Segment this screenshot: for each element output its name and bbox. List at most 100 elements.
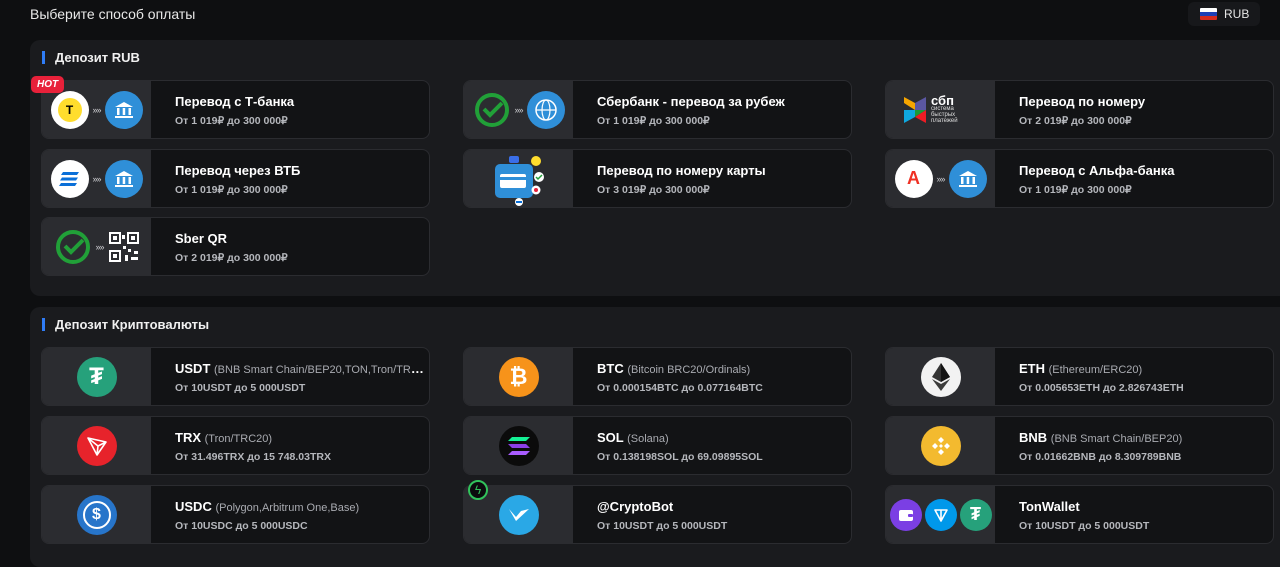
method-network: (Tron/TRC20) — [204, 433, 273, 445]
arrows-icon: ›››› — [95, 241, 105, 252]
usdt-logo-icon: ₮ — [76, 356, 117, 397]
method-card-sber-qr[interactable]: ›››› Sber QR От 2 019₽ до 300 000₽ — [41, 217, 430, 276]
currency-selector[interactable]: RUB — [1188, 2, 1260, 26]
card-thumb: сбп система быстрых платежей — [886, 81, 995, 138]
method-network: (Polygon,Arbitrum One,Base) — [215, 502, 360, 514]
globe-icon — [526, 90, 565, 129]
cryptobot-logo-icon — [498, 494, 539, 535]
wallet-icon — [889, 498, 922, 531]
method-card-tonwallet[interactable]: ₮ TonWallet От 10USDT до 5 000USDT — [885, 485, 1274, 544]
method-name: Перевод через ВТБ — [175, 163, 301, 178]
method-card-usdc[interactable]: $ USDC (Polygon,Arbitrum One,Base) От 10… — [41, 485, 430, 544]
card-thumb — [886, 348, 995, 405]
method-name: @CryptoBot — [597, 499, 674, 514]
method-limit: От 2 019₽ до 300 000₽ — [1019, 115, 1132, 127]
arrows-icon: ›››› — [92, 173, 102, 184]
vtb-logo-icon — [50, 159, 89, 198]
page-title: Выберите способ оплаты — [30, 6, 196, 22]
method-name: Перевод по номеру — [1019, 94, 1146, 109]
lightning-icon: ϟ — [468, 480, 488, 500]
method-network: (Bitcoin BRC20/Ordinals) — [627, 364, 751, 376]
method-card-eth[interactable]: ETH (Ethereum/ERC20) От 0.005653ETH до 2… — [885, 347, 1274, 406]
ton-logo-icon — [924, 498, 957, 531]
method-name: ETH (Ethereum/ERC20) — [1019, 361, 1143, 376]
method-name: Sber QR — [175, 231, 228, 246]
qr-code-icon — [108, 231, 139, 262]
sber-logo-icon — [54, 228, 92, 266]
method-card-btc[interactable]: ₿ BTC (Bitcoin BRC20/Ordinals) От 0.0001… — [463, 347, 852, 406]
method-limit: От 1 019₽ до 300 000₽ — [175, 184, 288, 196]
method-card-usdt[interactable]: ₮ USDT (BNB Smart Chain/BEP20,TON,Tron/T… — [41, 347, 430, 406]
method-limit: От 0.01662BNB до 8.309789BNB — [1019, 451, 1182, 463]
method-limit: От 1 019₽ до 300 000₽ — [597, 115, 710, 127]
method-name: TRX (Tron/TRC20) — [175, 430, 273, 445]
bank-building-icon — [948, 159, 987, 198]
sol-logo-icon — [498, 425, 539, 466]
tbank-logo-icon: Т — [50, 90, 89, 129]
russia-flag-icon — [1200, 8, 1217, 20]
method-limit: От 0.000154BTC до 0.077164BTC — [597, 382, 763, 394]
card-thumb: $ — [42, 486, 151, 543]
method-network: (BNB Smart Chain/BEP20,TON,Tron/TRC20) — [214, 364, 425, 376]
method-card-trx[interactable]: TRX (Tron/TRC20) От 31.496TRX до 15 748.… — [41, 416, 430, 475]
sber-logo-icon — [473, 91, 511, 129]
arrows-icon: ›››› — [936, 173, 946, 184]
card-thumb — [464, 417, 573, 474]
method-limit: От 31.496TRX до 15 748.03TRX — [175, 451, 331, 463]
bank-building-icon — [104, 159, 143, 198]
card-transfer-icon — [494, 155, 544, 206]
method-card-cryptobot[interactable]: @CryptoBot От 10USDT до 5 000USDT — [463, 485, 852, 544]
method-card-alfa[interactable]: А ›››› Перевод с Альфа-банка От 1 019₽ д… — [885, 149, 1274, 208]
method-network: (Ethereum/ERC20) — [1048, 364, 1143, 376]
card-thumb — [886, 417, 995, 474]
method-limit: От 3 019₽ до 300 000₽ — [597, 184, 710, 196]
bnb-logo-icon — [920, 425, 961, 466]
method-name: SOL (Solana) — [597, 430, 669, 445]
btc-logo-icon: ₿ — [498, 356, 539, 397]
method-limit: От 10USDC до 5 000USDC — [175, 520, 308, 532]
method-card-sber-abroad[interactable]: ›››› Сбербанк - перевод за рубеж От 1 01… — [463, 80, 852, 139]
card-thumb — [464, 150, 573, 207]
method-limit: От 10USDT до 5 000USDT — [1019, 520, 1150, 532]
method-name: Перевод с Альфа-банка — [1019, 163, 1175, 178]
card-thumb: ₮ — [886, 486, 995, 543]
section-title: Депозит RUB — [42, 51, 140, 64]
card-thumb: А ›››› — [886, 150, 995, 207]
hot-badge: HOT — [31, 76, 65, 93]
section-title: Депозит Криптовалюты — [42, 318, 209, 331]
card-thumb: ›››› — [42, 218, 151, 275]
method-name: Перевод с Т-банка — [175, 94, 295, 109]
method-network: (Solana) — [627, 433, 669, 445]
alfa-logo-icon: А — [894, 159, 933, 198]
method-name: BNB (BNB Smart Chain/BEP20) — [1019, 430, 1183, 445]
card-thumb: ₿ — [464, 348, 573, 405]
method-card-bnb[interactable]: BNB (BNB Smart Chain/BEP20) От 0.01662BN… — [885, 416, 1274, 475]
card-thumb — [42, 417, 151, 474]
method-limit: От 0.138198SOL до 69.09895SOL — [597, 451, 763, 463]
card-thumb: ›››› — [464, 81, 573, 138]
method-limit: От 1 019₽ до 300 000₽ — [175, 115, 288, 127]
bank-building-icon — [104, 90, 143, 129]
method-card-sol[interactable]: SOL (Solana) От 0.138198SOL до 69.09895S… — [463, 416, 852, 475]
method-limit: От 0.005653ETH до 2.826743ETH — [1019, 382, 1184, 394]
card-thumb: ₮ — [42, 348, 151, 405]
currency-label: RUB — [1224, 7, 1250, 21]
method-name: USDC (Polygon,Arbitrum One,Base) — [175, 499, 360, 514]
method-name: Перевод по номеру карты — [597, 163, 766, 178]
method-card-vtb[interactable]: ›››› Перевод через ВТБ От 1 019₽ до 300 … — [41, 149, 430, 208]
trx-logo-icon — [76, 425, 117, 466]
method-card-sbp[interactable]: сбп система быстрых платежей Перевод по … — [885, 80, 1274, 139]
sbp-logo-icon: сбп система быстрых платежей — [904, 94, 977, 124]
method-name: TonWallet — [1019, 499, 1080, 514]
method-name: Сбербанк - перевод за рубеж — [597, 94, 785, 109]
method-limit: От 1 019₽ до 300 000₽ — [1019, 184, 1132, 196]
method-limit: От 10USDT до 5 000USDT — [175, 382, 306, 394]
eth-logo-icon — [920, 356, 961, 397]
method-name: BTC (Bitcoin BRC20/Ordinals) — [597, 361, 751, 376]
method-card-card-number[interactable]: Перевод по номеру карты От 3 019₽ до 300… — [463, 149, 852, 208]
method-card-tbank[interactable]: Т ›››› Перевод с Т-банка От 1 019₽ до 30… — [41, 80, 430, 139]
arrows-icon: ›››› — [92, 104, 102, 115]
card-thumb: ›››› — [42, 150, 151, 207]
method-network: (BNB Smart Chain/BEP20) — [1050, 433, 1183, 445]
top-bar: Выберите способ оплаты RUB — [0, 0, 1280, 30]
